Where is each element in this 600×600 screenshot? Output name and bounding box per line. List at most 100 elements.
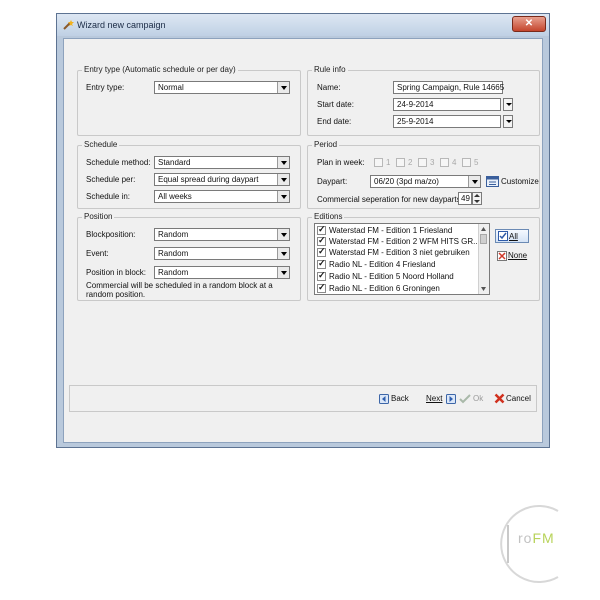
- edition-checkbox[interactable]: [317, 224, 326, 235]
- end-date-label: End date:: [317, 117, 352, 126]
- schedule-in-value: All weeks: [158, 192, 192, 201]
- position-in-block-label: Position in block:: [86, 268, 147, 277]
- edition-checkbox[interactable]: [317, 282, 326, 293]
- next-arrow-icon: [446, 394, 456, 404]
- edition-checkbox[interactable]: [317, 235, 326, 246]
- scroll-up-icon[interactable]: [479, 225, 488, 233]
- chevron-down-icon[interactable]: [277, 157, 289, 168]
- end-date-input[interactable]: 25-9-2014: [393, 115, 501, 128]
- select-all-icon: [498, 231, 508, 241]
- blockposition-value: Random: [158, 230, 189, 239]
- schedule-method-value: Standard: [158, 158, 191, 167]
- position-group: Position Blockposition: Random Event: Ra…: [77, 212, 301, 301]
- chevron-down-icon[interactable]: [277, 267, 289, 278]
- back-arrow-icon: [379, 394, 389, 404]
- back-label: Back: [391, 394, 409, 403]
- event-select[interactable]: Random: [154, 247, 290, 260]
- week-4-label: 4: [452, 158, 457, 167]
- edition-label: Waterstad FM - Edition 3 niet gebruiken: [329, 248, 470, 257]
- schedule-method-label: Schedule method:: [86, 158, 151, 167]
- calendar-icon[interactable]: [486, 175, 499, 187]
- list-item[interactable]: Waterstad FM - Edition 3 niet gebruiken: [317, 246, 487, 258]
- event-label: Event:: [86, 249, 109, 258]
- schedule-group-title: Schedule: [82, 140, 120, 149]
- chevron-down-icon[interactable]: [468, 176, 480, 187]
- rule-name-input[interactable]: Spring Campaign, Rule 14665: [393, 81, 504, 94]
- edition-checkbox[interactable]: [317, 270, 326, 281]
- editions-group: Editions Waterstad FM - Edition 1 Friesl…: [307, 212, 540, 301]
- entry-type-select[interactable]: Normal: [154, 81, 290, 94]
- select-none-button[interactable]: None: [495, 250, 531, 262]
- edition-label: Radio NL - Edition 4 Friesland: [329, 260, 436, 269]
- event-value: Random: [158, 249, 189, 258]
- list-item[interactable]: Radio NL - Edition 6 Groningen: [317, 282, 487, 294]
- end-date-picker-button[interactable]: [503, 115, 513, 128]
- schedule-in-select[interactable]: All weeks: [154, 190, 290, 203]
- ok-button[interactable]: Ok: [459, 393, 489, 405]
- clear-selection-icon: [497, 251, 507, 261]
- position-in-block-value: Random: [158, 268, 189, 277]
- separation-spinner[interactable]: [472, 192, 482, 205]
- period-group-title: Period: [312, 140, 340, 149]
- chevron-down-icon[interactable]: [277, 248, 289, 259]
- week-3-label: 3: [430, 158, 435, 167]
- list-item[interactable]: Waterstad FM - Edition 1 Friesland: [317, 224, 487, 236]
- list-item[interactable]: Radio NL - Edition 4 Friesland: [317, 258, 487, 270]
- next-button[interactable]: Next: [426, 393, 458, 405]
- customize-button[interactable]: Customize: [501, 177, 539, 186]
- start-date-input[interactable]: 24-9-2014: [393, 98, 501, 111]
- daypart-value: 06/20 (3pd ma/zo): [374, 177, 439, 186]
- week-5-checkbox[interactable]: [462, 158, 471, 167]
- list-item[interactable]: Radio NL - Edition 5 Noord Holland: [317, 270, 487, 282]
- next-label: Next: [426, 394, 443, 403]
- wizard-window: Wizard new campaign ✕ Entry type (Automa…: [56, 13, 550, 448]
- schedule-method-select[interactable]: Standard: [154, 156, 290, 169]
- week-2-checkbox[interactable]: [396, 158, 405, 167]
- spinner-arrows-icon[interactable]: [473, 193, 481, 204]
- end-date-value: 25-9-2014: [397, 117, 434, 126]
- editions-list[interactable]: Waterstad FM - Edition 1 Friesland Water…: [314, 223, 490, 295]
- close-icon: [494, 393, 505, 404]
- editions-scrollbar[interactable]: [478, 224, 489, 294]
- scroll-down-icon[interactable]: [479, 285, 488, 293]
- separation-input[interactable]: 49: [458, 192, 472, 205]
- select-all-button[interactable]: All: [495, 229, 529, 243]
- select-none-label: None: [508, 251, 528, 260]
- position-group-title: Position: [82, 212, 115, 221]
- daypart-select[interactable]: 06/20 (3pd ma/zo): [370, 175, 481, 188]
- chevron-down-icon[interactable]: [277, 82, 289, 93]
- cancel-button[interactable]: Cancel: [494, 392, 536, 405]
- edition-checkbox[interactable]: [317, 258, 326, 269]
- week-1-label: 1: [386, 158, 391, 167]
- chevron-down-icon[interactable]: [277, 229, 289, 240]
- week-3-checkbox[interactable]: [418, 158, 427, 167]
- chevron-down-icon[interactable]: [277, 174, 289, 185]
- position-in-block-select[interactable]: Random: [154, 266, 290, 279]
- close-button[interactable]: ✕: [512, 16, 546, 32]
- chevron-down-icon[interactable]: [277, 191, 289, 202]
- profm-logo-text: roFM: [518, 530, 555, 546]
- editions-group-title: Editions: [312, 212, 345, 221]
- blockposition-select[interactable]: Random: [154, 228, 290, 241]
- wizard-footer: Back Next Ok Cancel: [69, 385, 537, 412]
- schedule-per-select[interactable]: Equal spread during daypart: [154, 173, 290, 186]
- title-bar: Wizard new campaign ✕: [57, 14, 549, 36]
- start-date-value: 24-9-2014: [397, 100, 434, 109]
- week-1-checkbox[interactable]: [374, 158, 383, 167]
- back-button[interactable]: Back: [379, 393, 413, 405]
- period-group: Period Plan in week: 1 2 3 4 5 Daypart: …: [307, 140, 540, 209]
- schedule-in-label: Schedule in:: [86, 192, 131, 201]
- edition-label: Waterstad FM - Edition 1 Friesland: [329, 226, 453, 235]
- scroll-thumb[interactable]: [480, 234, 487, 244]
- checkmark-icon: [459, 394, 471, 404]
- edition-label: Radio NL - Edition 6 Groningen: [329, 284, 440, 293]
- list-item[interactable]: Waterstad FM - Edition 2 WFM HITS GR...: [317, 235, 487, 247]
- edition-label: Waterstad FM - Edition 2 WFM HITS GR...: [329, 237, 480, 246]
- start-date-picker-button[interactable]: [503, 98, 513, 111]
- schedule-group: Schedule Schedule method: Standard Sched…: [77, 140, 301, 209]
- week-5-label: 5: [474, 158, 479, 167]
- week-4-checkbox[interactable]: [440, 158, 449, 167]
- edition-checkbox[interactable]: [317, 246, 326, 257]
- schedule-per-value: Equal spread during daypart: [158, 175, 259, 184]
- separation-label: Commercial seperation for new dayparts:: [317, 195, 463, 204]
